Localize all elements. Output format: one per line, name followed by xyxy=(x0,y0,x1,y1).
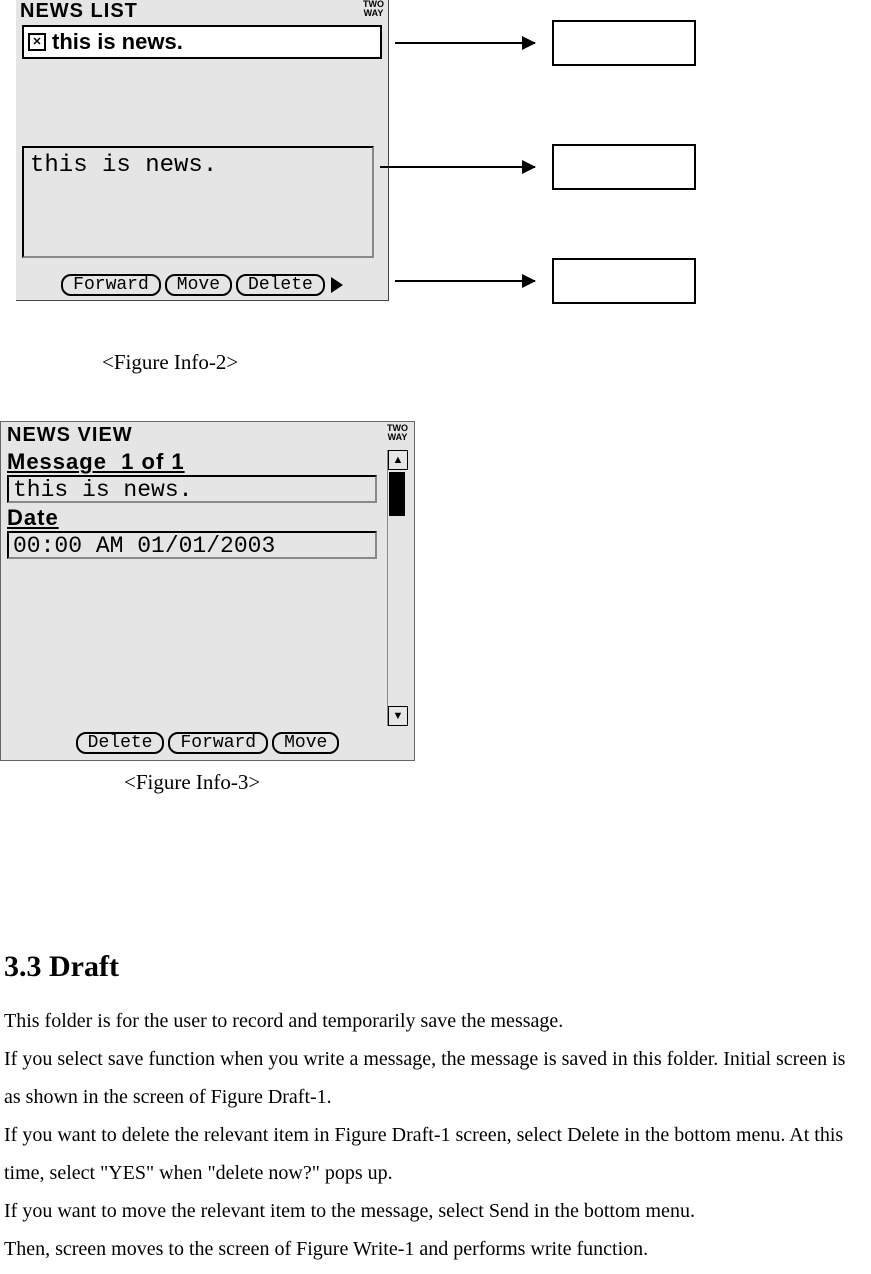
screen-title: NEWS VIEW xyxy=(7,424,133,447)
move-button[interactable]: Move xyxy=(272,732,339,754)
scroll-up-button[interactable]: ▲ xyxy=(388,450,408,470)
delete-button[interactable]: Delete xyxy=(76,732,165,754)
preview-area: this is news. xyxy=(22,146,374,258)
status-indicator: TWO WAY xyxy=(387,424,408,442)
paragraph: If you select save function when you wri… xyxy=(4,1040,867,1116)
more-arrow-icon[interactable] xyxy=(331,277,343,293)
message-label: Message 1 of 1 xyxy=(7,449,408,475)
scroll-down-button[interactable]: ▼ xyxy=(388,706,408,726)
arrow-icon xyxy=(380,166,535,168)
scroll-thumb[interactable] xyxy=(389,472,405,516)
delete-button[interactable]: Delete xyxy=(236,274,325,296)
document-text: 3.3 Draft This folder is for the user to… xyxy=(0,950,871,1268)
arrow-icon xyxy=(395,280,535,282)
section-heading: 3.3 Draft xyxy=(4,950,867,984)
date-label: Date xyxy=(7,505,408,531)
checkbox-icon: ✕ xyxy=(28,33,46,51)
paragraph: If you want to move the relevant item to… xyxy=(4,1192,867,1230)
annotation-box xyxy=(552,258,696,304)
screen-title: NEWS LIST xyxy=(20,0,138,23)
status-indicator: TWO WAY xyxy=(363,0,384,18)
title-bar: NEWS VIEW TWO WAY xyxy=(1,422,414,447)
annotation-box xyxy=(552,144,696,190)
preview-text: this is news. xyxy=(30,152,217,179)
figure-caption: <Figure Info-2> xyxy=(102,350,238,375)
paragraph: Then, screen moves to the screen of Figu… xyxy=(4,1230,867,1268)
softkey-bar: Delete Forward Move xyxy=(1,732,414,754)
date-field[interactable]: 00:00 AM 01/01/2003 xyxy=(7,531,377,559)
news-list-item[interactable]: ✕ this is news. xyxy=(22,25,382,59)
message-field[interactable]: this is news. xyxy=(7,475,377,503)
news-list-screen: NEWS LIST TWO WAY ✕ this is news. this i… xyxy=(16,0,389,301)
forward-button[interactable]: Forward xyxy=(61,274,161,296)
arrow-icon xyxy=(395,42,535,44)
news-view-screen: NEWS VIEW TWO WAY Message 1 of 1 this is… xyxy=(0,421,415,761)
scrollbar[interactable]: ▲ ▼ xyxy=(387,450,408,726)
forward-button[interactable]: Forward xyxy=(168,732,268,754)
figure-caption: <Figure Info-3> xyxy=(124,770,260,795)
softkey-bar: Forward Move Delete xyxy=(16,274,388,296)
paragraph: If you want to delete the relevant item … xyxy=(4,1116,867,1192)
annotation-box xyxy=(552,20,696,66)
title-bar: NEWS LIST TWO WAY xyxy=(16,0,388,23)
paragraph: This folder is for the user to record an… xyxy=(4,1002,867,1040)
list-item-text: this is news. xyxy=(52,29,183,55)
move-button[interactable]: Move xyxy=(165,274,232,296)
